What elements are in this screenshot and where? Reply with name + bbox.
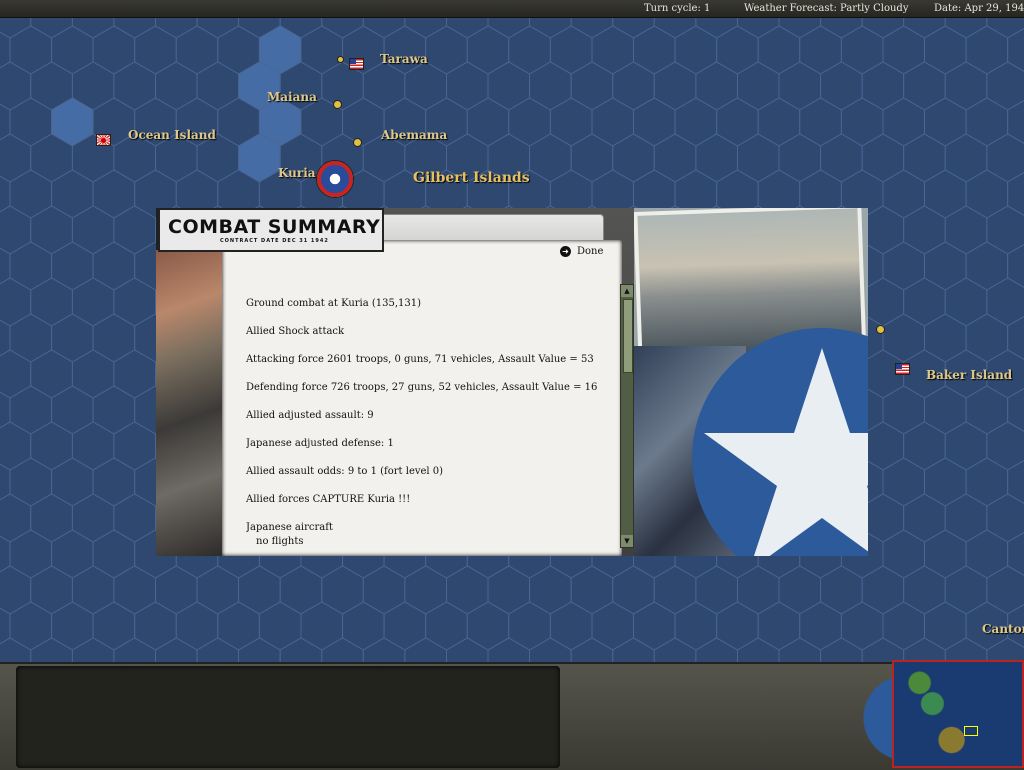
report-line: no flights (256, 536, 304, 547)
region-label-gilbert-islands: Gilbert Islands (413, 170, 530, 186)
report-line: Japanese adjusted defense: 1 (246, 438, 394, 449)
report-paper: ➜ Done Ground combat at Kuria (135,131) … (222, 240, 622, 556)
japanese-flag-icon[interactable] (96, 134, 111, 146)
arrow-right-icon: ➜ (560, 246, 571, 257)
status-bar: Turn cycle: 1 Weather Forecast: Partly C… (0, 0, 1024, 18)
allied-star-roundel-icon (692, 328, 868, 556)
scroll-thumb[interactable] (623, 299, 633, 373)
turn-cycle: Turn cycle: 1 (644, 3, 711, 14)
minimap-viewport[interactable] (964, 726, 978, 736)
report-line: Allied forces CAPTURE Kuria !!! (246, 494, 411, 505)
report-line: Defending force 726 troops, 27 guns, 52 … (246, 382, 598, 393)
current-date: Date: Apr 29, 1943 (934, 3, 1024, 14)
base-marker-icon[interactable] (353, 138, 362, 147)
location-label-canton[interactable]: Canton (982, 622, 1024, 636)
report-line: Japanese aircraft (246, 522, 333, 533)
report-line: Allied Shock attack (246, 326, 345, 337)
done-button[interactable]: ➜ Done (560, 246, 603, 257)
dialog-subtitle: CONTRACT DATE DEC 31 1942 (220, 238, 329, 244)
battleship-photo-collage (634, 208, 868, 556)
report-line: Attacking force 2601 troops, 0 guns, 71 … (246, 354, 594, 365)
minimap[interactable] (892, 660, 1024, 768)
done-label: Done (577, 246, 604, 257)
dialog-title: COMBAT SUMMARY (168, 216, 381, 238)
report-scrollbar[interactable]: ▲ ▼ (620, 284, 634, 548)
clipboard: ➜ Done Ground combat at Kuria (135,131) … (222, 208, 634, 556)
report-line: Allied assault odds: 9 to 1 (fort level … (246, 466, 444, 477)
base-marker-icon[interactable] (337, 56, 344, 63)
troops-photo (156, 250, 222, 556)
location-label-maiana[interactable]: Maiana (267, 90, 317, 104)
location-label-baker-island[interactable]: Baker Island (926, 368, 1012, 382)
location-label-tarawa[interactable]: Tarawa (380, 52, 428, 66)
base-marker-icon[interactable] (876, 325, 885, 334)
scroll-up-icon[interactable]: ▲ (621, 285, 633, 297)
us-flag-icon[interactable] (895, 363, 910, 375)
scroll-down-icon[interactable]: ▼ (621, 535, 633, 547)
combat-marker-icon[interactable] (316, 160, 354, 198)
combat-summary-dialog: ➜ Done Ground combat at Kuria (135,131) … (156, 208, 868, 556)
location-label-kuria[interactable]: Kuria (278, 166, 316, 180)
base-marker-icon[interactable] (333, 100, 342, 109)
combat-summary-banner: COMBAT SUMMARY CONTRACT DATE DEC 31 1942 (158, 208, 384, 252)
weather-forecast: Weather Forecast: Partly Cloudy (744, 3, 909, 14)
combat-report-text: Ground combat at Kuria (135,131) Allied … (246, 298, 606, 556)
location-label-abemama[interactable]: Abemama (381, 128, 447, 142)
message-panel (16, 666, 560, 768)
report-line: Allied adjusted assault: 9 (246, 410, 374, 421)
report-line: Ground combat at Kuria (135,131) (246, 298, 422, 309)
us-flag-icon[interactable] (349, 58, 364, 70)
location-label-ocean-island[interactable]: Ocean Island (128, 128, 216, 142)
